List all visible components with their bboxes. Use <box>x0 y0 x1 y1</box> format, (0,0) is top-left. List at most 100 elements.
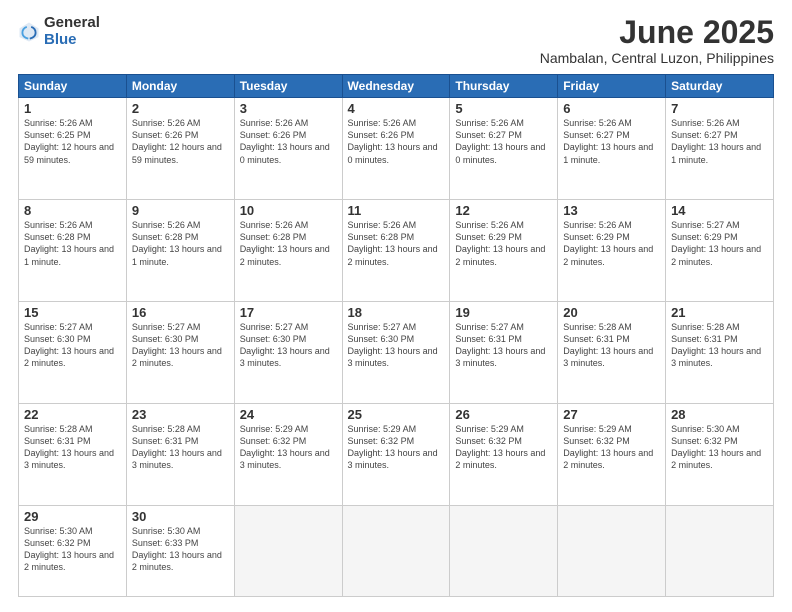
table-row: 18 Sunrise: 5:27 AMSunset: 6:30 PMDaylig… <box>342 302 450 404</box>
table-row: 15 Sunrise: 5:27 AMSunset: 6:30 PMDaylig… <box>19 302 127 404</box>
col-thursday: Thursday <box>450 75 558 98</box>
table-row: 29 Sunrise: 5:30 AMSunset: 6:32 PMDaylig… <box>19 505 127 596</box>
cell-info: Sunrise: 5:26 AMSunset: 6:28 PMDaylight:… <box>132 220 222 266</box>
table-row: 10 Sunrise: 5:26 AMSunset: 6:28 PMDaylig… <box>234 200 342 302</box>
day-number: 20 <box>563 305 660 320</box>
table-row <box>666 505 774 596</box>
table-row: 4 Sunrise: 5:26 AMSunset: 6:26 PMDayligh… <box>342 98 450 200</box>
day-number: 4 <box>348 101 445 116</box>
cell-info: Sunrise: 5:28 AMSunset: 6:31 PMDaylight:… <box>24 424 114 470</box>
day-number: 30 <box>132 509 229 524</box>
cell-info: Sunrise: 5:27 AMSunset: 6:31 PMDaylight:… <box>455 322 545 368</box>
day-number: 6 <box>563 101 660 116</box>
day-number: 3 <box>240 101 337 116</box>
day-number: 24 <box>240 407 337 422</box>
cell-info: Sunrise: 5:28 AMSunset: 6:31 PMDaylight:… <box>563 322 653 368</box>
logo-icon <box>18 21 40 43</box>
table-row: 5 Sunrise: 5:26 AMSunset: 6:27 PMDayligh… <box>450 98 558 200</box>
cell-info: Sunrise: 5:27 AMSunset: 6:29 PMDaylight:… <box>671 220 761 266</box>
table-row: 1 Sunrise: 5:26 AMSunset: 6:25 PMDayligh… <box>19 98 127 200</box>
table-row: 2 Sunrise: 5:26 AMSunset: 6:26 PMDayligh… <box>126 98 234 200</box>
table-row: 17 Sunrise: 5:27 AMSunset: 6:30 PMDaylig… <box>234 302 342 404</box>
day-number: 19 <box>455 305 552 320</box>
cell-info: Sunrise: 5:26 AMSunset: 6:28 PMDaylight:… <box>240 220 330 266</box>
day-number: 5 <box>455 101 552 116</box>
day-number: 21 <box>671 305 768 320</box>
day-number: 11 <box>348 203 445 218</box>
cell-info: Sunrise: 5:26 AMSunset: 6:29 PMDaylight:… <box>455 220 545 266</box>
cell-info: Sunrise: 5:27 AMSunset: 6:30 PMDaylight:… <box>240 322 330 368</box>
table-row: 13 Sunrise: 5:26 AMSunset: 6:29 PMDaylig… <box>558 200 666 302</box>
cell-info: Sunrise: 5:27 AMSunset: 6:30 PMDaylight:… <box>348 322 438 368</box>
table-row: 12 Sunrise: 5:26 AMSunset: 6:29 PMDaylig… <box>450 200 558 302</box>
col-wednesday: Wednesday <box>342 75 450 98</box>
table-row: 7 Sunrise: 5:26 AMSunset: 6:27 PMDayligh… <box>666 98 774 200</box>
table-row: 24 Sunrise: 5:29 AMSunset: 6:32 PMDaylig… <box>234 403 342 505</box>
table-row: 30 Sunrise: 5:30 AMSunset: 6:33 PMDaylig… <box>126 505 234 596</box>
table-row <box>450 505 558 596</box>
day-number: 13 <box>563 203 660 218</box>
day-number: 7 <box>671 101 768 116</box>
cell-info: Sunrise: 5:26 AMSunset: 6:28 PMDaylight:… <box>24 220 114 266</box>
logo-general: General <box>44 15 100 32</box>
col-saturday: Saturday <box>666 75 774 98</box>
cell-info: Sunrise: 5:29 AMSunset: 6:32 PMDaylight:… <box>240 424 330 470</box>
day-number: 1 <box>24 101 121 116</box>
day-number: 10 <box>240 203 337 218</box>
logo-text: General Blue <box>44 15 100 48</box>
table-row: 6 Sunrise: 5:26 AMSunset: 6:27 PMDayligh… <box>558 98 666 200</box>
table-row: 8 Sunrise: 5:26 AMSunset: 6:28 PMDayligh… <box>19 200 127 302</box>
cell-info: Sunrise: 5:26 AMSunset: 6:26 PMDaylight:… <box>132 118 222 164</box>
day-number: 23 <box>132 407 229 422</box>
day-number: 28 <box>671 407 768 422</box>
day-number: 27 <box>563 407 660 422</box>
table-row <box>234 505 342 596</box>
cell-info: Sunrise: 5:28 AMSunset: 6:31 PMDaylight:… <box>671 322 761 368</box>
day-number: 2 <box>132 101 229 116</box>
calendar-header-row: Sunday Monday Tuesday Wednesday Thursday… <box>19 75 774 98</box>
subtitle: Nambalan, Central Luzon, Philippines <box>540 50 774 66</box>
day-number: 18 <box>348 305 445 320</box>
logo: General Blue <box>18 15 100 48</box>
cell-info: Sunrise: 5:27 AMSunset: 6:30 PMDaylight:… <box>132 322 222 368</box>
calendar-table: Sunday Monday Tuesday Wednesday Thursday… <box>18 74 774 597</box>
col-tuesday: Tuesday <box>234 75 342 98</box>
title-block: June 2025 Nambalan, Central Luzon, Phili… <box>540 15 774 66</box>
table-row: 27 Sunrise: 5:29 AMSunset: 6:32 PMDaylig… <box>558 403 666 505</box>
cell-info: Sunrise: 5:26 AMSunset: 6:26 PMDaylight:… <box>240 118 330 164</box>
cell-info: Sunrise: 5:26 AMSunset: 6:25 PMDaylight:… <box>24 118 114 164</box>
cell-info: Sunrise: 5:26 AMSunset: 6:29 PMDaylight:… <box>563 220 653 266</box>
cell-info: Sunrise: 5:26 AMSunset: 6:27 PMDaylight:… <box>671 118 761 164</box>
cell-info: Sunrise: 5:30 AMSunset: 6:32 PMDaylight:… <box>671 424 761 470</box>
table-row: 22 Sunrise: 5:28 AMSunset: 6:31 PMDaylig… <box>19 403 127 505</box>
table-row: 20 Sunrise: 5:28 AMSunset: 6:31 PMDaylig… <box>558 302 666 404</box>
main-title: June 2025 <box>540 15 774 50</box>
table-row: 28 Sunrise: 5:30 AMSunset: 6:32 PMDaylig… <box>666 403 774 505</box>
logo-blue: Blue <box>44 32 100 49</box>
table-row: 23 Sunrise: 5:28 AMSunset: 6:31 PMDaylig… <box>126 403 234 505</box>
cell-info: Sunrise: 5:26 AMSunset: 6:27 PMDaylight:… <box>455 118 545 164</box>
col-friday: Friday <box>558 75 666 98</box>
day-number: 16 <box>132 305 229 320</box>
table-row: 3 Sunrise: 5:26 AMSunset: 6:26 PMDayligh… <box>234 98 342 200</box>
table-row: 11 Sunrise: 5:26 AMSunset: 6:28 PMDaylig… <box>342 200 450 302</box>
day-number: 29 <box>24 509 121 524</box>
table-row: 21 Sunrise: 5:28 AMSunset: 6:31 PMDaylig… <box>666 302 774 404</box>
cell-info: Sunrise: 5:30 AMSunset: 6:32 PMDaylight:… <box>24 526 114 572</box>
cell-info: Sunrise: 5:26 AMSunset: 6:28 PMDaylight:… <box>348 220 438 266</box>
cell-info: Sunrise: 5:29 AMSunset: 6:32 PMDaylight:… <box>348 424 438 470</box>
col-sunday: Sunday <box>19 75 127 98</box>
table-row <box>342 505 450 596</box>
day-number: 22 <box>24 407 121 422</box>
day-number: 15 <box>24 305 121 320</box>
table-row: 26 Sunrise: 5:29 AMSunset: 6:32 PMDaylig… <box>450 403 558 505</box>
header: General Blue June 2025 Nambalan, Central… <box>18 15 774 66</box>
cell-info: Sunrise: 5:29 AMSunset: 6:32 PMDaylight:… <box>455 424 545 470</box>
table-row: 19 Sunrise: 5:27 AMSunset: 6:31 PMDaylig… <box>450 302 558 404</box>
day-number: 9 <box>132 203 229 218</box>
table-row: 14 Sunrise: 5:27 AMSunset: 6:29 PMDaylig… <box>666 200 774 302</box>
table-row: 25 Sunrise: 5:29 AMSunset: 6:32 PMDaylig… <box>342 403 450 505</box>
day-number: 25 <box>348 407 445 422</box>
cell-info: Sunrise: 5:26 AMSunset: 6:26 PMDaylight:… <box>348 118 438 164</box>
day-number: 14 <box>671 203 768 218</box>
